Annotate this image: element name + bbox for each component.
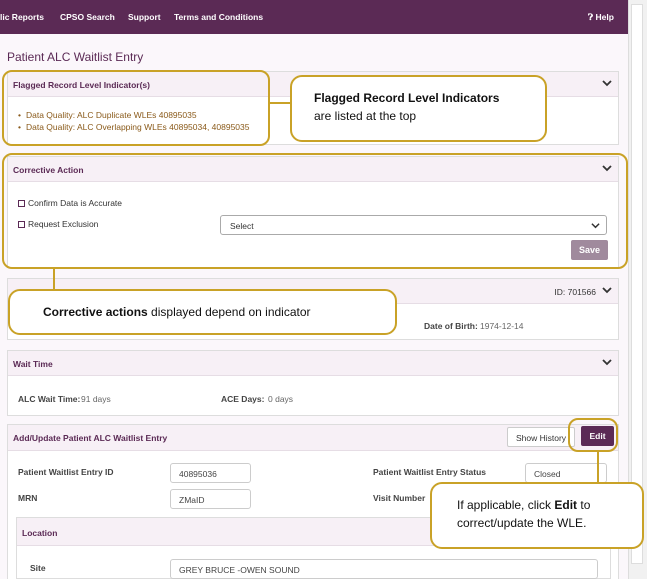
status-label: Patient Waitlist Entry Status: [373, 467, 487, 477]
edit-callout-bold: Edit: [554, 498, 578, 512]
edit-callout-post: to: [577, 498, 591, 512]
wait-time-title: Wait Time: [13, 359, 53, 369]
dob-value: 1974-12-14: [480, 321, 524, 331]
dob-label: Date of Birth:: [424, 321, 478, 331]
wait-time-panel-header[interactable]: Wait Time: [8, 351, 618, 376]
site-label: Site: [30, 563, 46, 573]
flagged-highlight: [2, 70, 270, 146]
site-field[interactable]: GREY BRUCE -OWEN SOUND: [170, 559, 598, 579]
page-title: Patient ALC Waitlist Entry: [7, 50, 144, 64]
mrn-label: MRN: [18, 493, 38, 503]
patient-id: ID: 701566: [554, 287, 596, 297]
corrective-connector: [53, 268, 55, 290]
entry-id-value: 40895036: [179, 469, 217, 479]
alc-wait-label: ALC Wait Time:: [18, 394, 81, 404]
site-value: GREY BRUCE -OWEN SOUND: [179, 565, 300, 575]
visit-number-label: Visit Number: [373, 493, 426, 503]
nav-terms[interactable]: Terms and Conditions: [174, 12, 263, 22]
location-title: Location: [22, 528, 58, 538]
chevron-down-icon[interactable]: [602, 357, 612, 367]
flagged-callout-bold: Flagged Record Level Indicators: [314, 91, 500, 105]
chevron-down-icon[interactable]: [602, 78, 612, 88]
entry-id-field[interactable]: 40895036: [170, 463, 251, 483]
nav-support[interactable]: Support: [128, 12, 161, 22]
nav-help[interactable]: ❓︎ Help: [588, 12, 614, 23]
ace-days-value: 0 days: [268, 394, 294, 404]
status-value: Closed: [534, 469, 561, 479]
flagged-connector: [270, 102, 290, 104]
alc-wait-value: 91 days: [81, 394, 111, 404]
wait-time-panel: Wait Time: [7, 350, 619, 416]
corrective-callout-rest: displayed depend on indicator: [147, 305, 311, 319]
scrollbar-thumb[interactable]: [631, 4, 643, 564]
flagged-callout-rest: are listed at the top: [314, 109, 417, 123]
edit-callout-line2: correct/update the WLE.: [457, 516, 587, 530]
edit-connector: [597, 452, 599, 482]
nav-public-reports[interactable]: lic Reports: [0, 12, 44, 22]
help-icon: ❓︎: [588, 12, 594, 22]
corrective-highlight: [2, 153, 628, 269]
corrective-callout-text: Corrective actions displayed depend on i…: [43, 303, 311, 321]
entry-id-label: Patient Waitlist Entry ID: [18, 467, 114, 477]
mrn-field[interactable]: ZMaID: [170, 489, 251, 509]
edit-highlight: [568, 418, 618, 452]
corrective-callout-bold: Corrective actions: [43, 305, 148, 319]
chevron-down-icon[interactable]: [602, 285, 612, 295]
mrn-value: ZMaID: [179, 495, 205, 505]
page: { "nav": { "items": ["lic Reports", "CPS…: [0, 0, 647, 579]
top-nav: lic Reports CPSO Search Support Terms an…: [0, 0, 628, 34]
show-history-button[interactable]: Show History: [507, 427, 575, 447]
ace-days-label: ACE Days:: [221, 394, 265, 404]
add-update-title: Add/Update Patient ALC Waitlist Entry: [13, 433, 168, 443]
edit-callout-text: If applicable, click Edit to correct/upd…: [457, 496, 590, 532]
edit-callout-pre: If applicable, click: [457, 498, 555, 512]
flagged-callout-text: Flagged Record Level Indicators are list…: [314, 89, 499, 125]
status-field[interactable]: Closed: [525, 463, 607, 483]
nav-cpso-search[interactable]: CPSO Search: [60, 12, 115, 22]
